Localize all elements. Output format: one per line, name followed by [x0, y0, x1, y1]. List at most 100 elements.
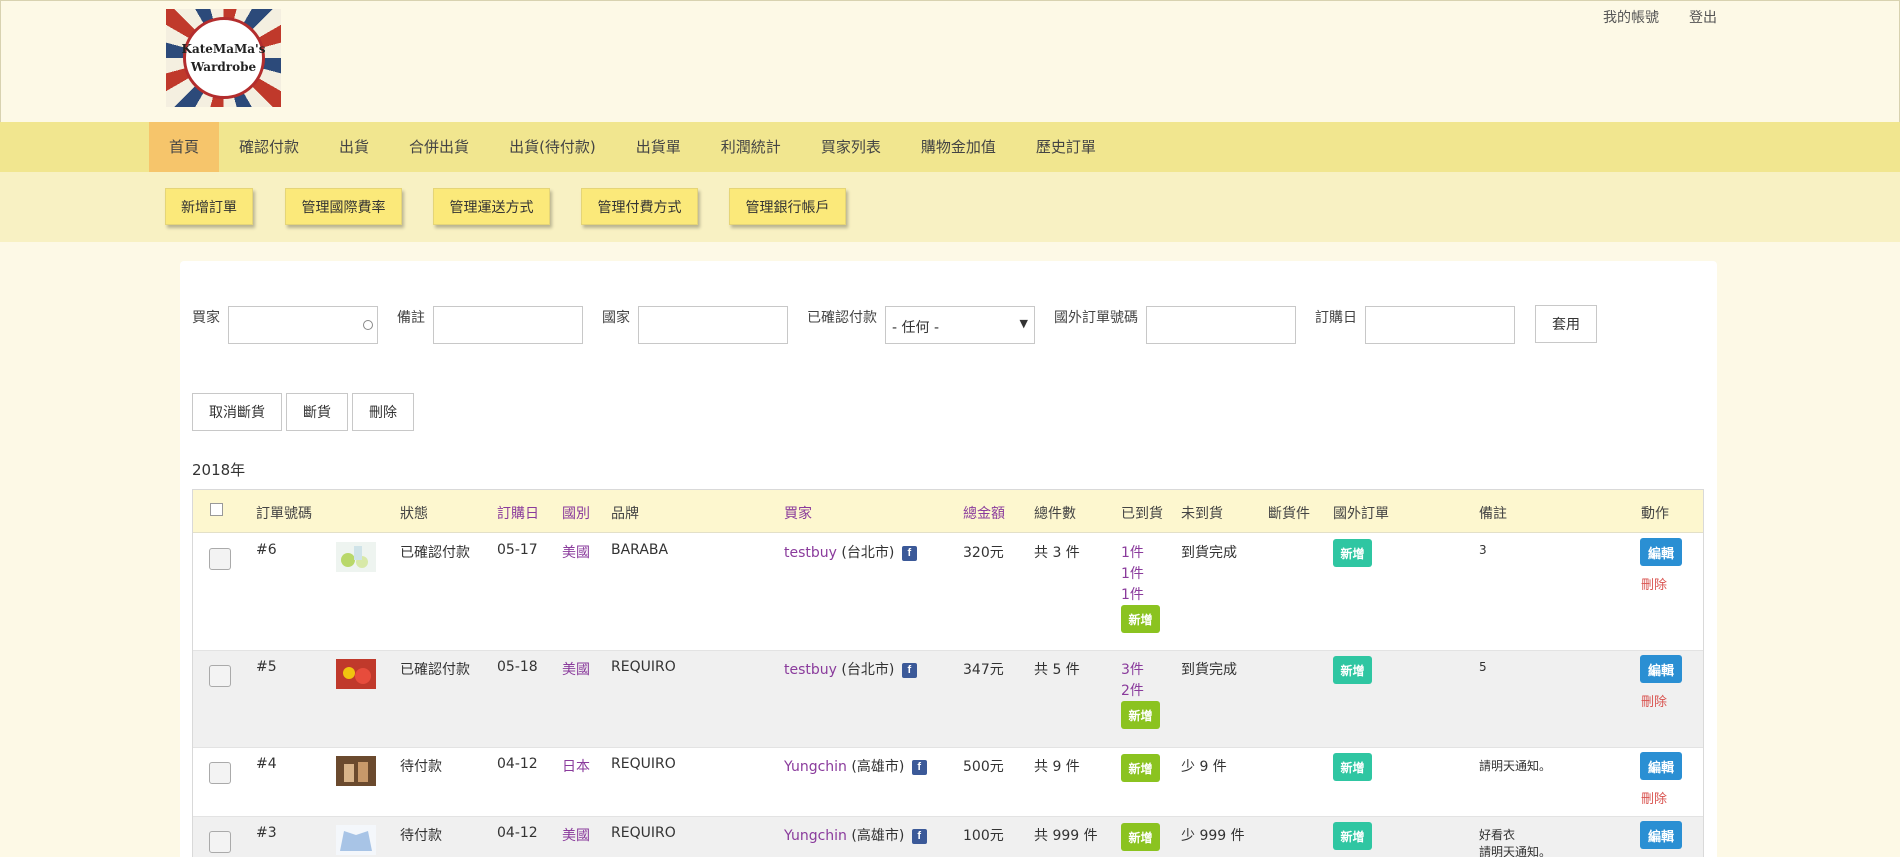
order-date-filter-input[interactable]	[1365, 306, 1515, 344]
add-arrival-button[interactable]: 新增	[1121, 823, 1160, 851]
col-foreign-order: 國外訂單	[1333, 506, 1389, 522]
buyer-city: (台北市)	[841, 545, 895, 561]
col-order-date[interactable]: 訂購日	[497, 503, 539, 523]
nav-ship-pending[interactable]: 出貨(待付款)	[489, 122, 616, 172]
arrived-item[interactable]: 3件	[1121, 659, 1144, 679]
row-checkbox[interactable]	[209, 548, 231, 570]
arrived-item[interactable]: 1件	[1121, 563, 1144, 583]
out-of-stock-button[interactable]: 斷貨	[286, 393, 348, 431]
col-order-no: 訂單號碼	[256, 506, 312, 522]
nav-home[interactable]: 首頁	[149, 122, 220, 172]
edit-order-button[interactable]: 編輯	[1640, 538, 1682, 566]
my-account-link[interactable]: 我的帳號	[1603, 7, 1659, 27]
facebook-icon[interactable]: f	[901, 662, 917, 678]
manage-shipping-button[interactable]: 管理運送方式	[433, 188, 550, 225]
delete-order-link[interactable]: 刪除	[1641, 788, 1667, 807]
add-arrival-button[interactable]: 新增	[1121, 754, 1160, 782]
add-foreign-order-button[interactable]: 新增	[1333, 753, 1372, 781]
order-number[interactable]: #4	[256, 756, 277, 772]
order-note: 5	[1479, 660, 1487, 674]
order-date: 04-12	[497, 756, 538, 772]
arrived-item[interactable]: 2件	[1121, 680, 1144, 700]
buyer-city: (台北市)	[841, 662, 895, 678]
nav-merge-ship[interactable]: 合併出貨	[389, 122, 489, 172]
nav-profit-stats[interactable]: 利潤統計	[701, 122, 801, 172]
add-foreign-order-button[interactable]: 新增	[1333, 539, 1372, 567]
site-logo[interactable]: KateMaMa's Wardrobe	[166, 9, 281, 107]
col-action: 動作	[1641, 506, 1669, 522]
col-country[interactable]: 國別	[562, 503, 590, 523]
add-foreign-order-button[interactable]: 新增	[1333, 656, 1372, 684]
nav-buyer-list[interactable]: 買家列表	[801, 122, 901, 172]
arrived-item[interactable]: 1件	[1121, 584, 1144, 604]
nav-confirm-payment[interactable]: 確認付款	[219, 122, 319, 172]
buyer-filter-input[interactable]	[228, 306, 378, 344]
buyer-name-link[interactable]: testbuy	[784, 545, 837, 561]
nav-credit-topup[interactable]: 購物金加值	[901, 122, 1016, 172]
select-all-checkbox[interactable]	[210, 503, 223, 516]
edit-order-button[interactable]: 編輯	[1640, 821, 1682, 849]
delete-order-link[interactable]: 刪除	[1641, 574, 1667, 593]
order-total: 100元	[963, 828, 1004, 844]
order-note: 好看衣	[1479, 828, 1516, 842]
bulk-delete-button[interactable]: 刪除	[352, 393, 414, 431]
not-arrived-status: 到貨完成	[1181, 545, 1237, 561]
product-thumbnail[interactable]	[336, 659, 376, 689]
order-items: 共 5 件	[1034, 662, 1080, 678]
row-checkbox[interactable]	[209, 762, 231, 784]
product-thumbnail[interactable]	[336, 756, 376, 786]
arrived-item[interactable]: 1件	[1121, 542, 1144, 562]
nav-shipping-list[interactable]: 出貨單	[616, 122, 701, 172]
facebook-icon[interactable]: f	[911, 828, 927, 844]
product-thumbnail[interactable]	[336, 825, 376, 855]
row-checkbox[interactable]	[209, 665, 231, 687]
order-status: 待付款	[400, 828, 442, 844]
add-order-button[interactable]: 新增訂單	[165, 188, 253, 225]
order-country[interactable]: 日本	[562, 756, 590, 776]
order-number[interactable]: #3	[256, 825, 277, 841]
add-foreign-order-button[interactable]: 新增	[1333, 822, 1372, 850]
country-filter-input[interactable]	[638, 306, 788, 344]
row-checkbox[interactable]	[209, 831, 231, 853]
logout-link[interactable]: 登出	[1689, 7, 1717, 27]
nav-order-history[interactable]: 歷史訂單	[1016, 122, 1116, 172]
buyer-name-link[interactable]: Yungchin	[784, 828, 847, 844]
order-items: 共 3 件	[1034, 545, 1080, 561]
confirmed-filter-select[interactable]: - 任何 - ▼	[885, 306, 1035, 344]
order-status: 待付款	[400, 759, 442, 775]
manage-bank-button[interactable]: 管理銀行帳戶	[729, 188, 846, 225]
manage-payment-button[interactable]: 管理付費方式	[581, 188, 698, 225]
edit-order-button[interactable]: 編輯	[1640, 752, 1682, 780]
manage-intl-rates-button[interactable]: 管理國際費率	[285, 188, 402, 225]
delete-order-link[interactable]: 刪除	[1641, 691, 1667, 710]
not-arrived-status: 到貨完成	[1181, 662, 1237, 678]
note-filter-input[interactable]	[433, 306, 583, 344]
edit-order-button[interactable]: 編輯	[1640, 655, 1682, 683]
buyer-name-link[interactable]: Yungchin	[784, 759, 847, 775]
order-country[interactable]: 美國	[562, 825, 590, 845]
add-arrival-button[interactable]: 新增	[1121, 605, 1160, 633]
col-total[interactable]: 總金額	[963, 503, 1005, 523]
order-note: 3	[1479, 543, 1487, 557]
buyer-city: (高雄市)	[851, 828, 905, 844]
add-arrival-button[interactable]: 新增	[1121, 701, 1160, 729]
nav-ship[interactable]: 出貨	[319, 122, 389, 172]
col-note: 備註	[1479, 506, 1507, 522]
order-number[interactable]: #5	[256, 659, 277, 675]
order-number[interactable]: #6	[256, 542, 277, 558]
product-thumbnail[interactable]	[336, 542, 376, 572]
facebook-icon[interactable]: f	[901, 545, 917, 561]
logo-line2: Wardrobe	[190, 60, 257, 74]
user-links: 我的帳號 登出	[1603, 7, 1717, 27]
order-total: 500元	[963, 759, 1004, 775]
buyer-name-link[interactable]: testbuy	[784, 662, 837, 678]
order-date: 05-18	[497, 659, 538, 675]
facebook-icon[interactable]: f	[911, 759, 927, 775]
apply-filter-button[interactable]: 套用	[1535, 305, 1597, 343]
order-country[interactable]: 美國	[562, 659, 590, 679]
col-buyer[interactable]: 買家	[784, 503, 812, 523]
foreign-order-filter-input[interactable]	[1146, 306, 1296, 344]
cancel-out-of-stock-button[interactable]: 取消斷貨	[192, 393, 282, 431]
order-note: 請明天通知。	[1479, 845, 1552, 857]
order-country[interactable]: 美國	[562, 542, 590, 562]
